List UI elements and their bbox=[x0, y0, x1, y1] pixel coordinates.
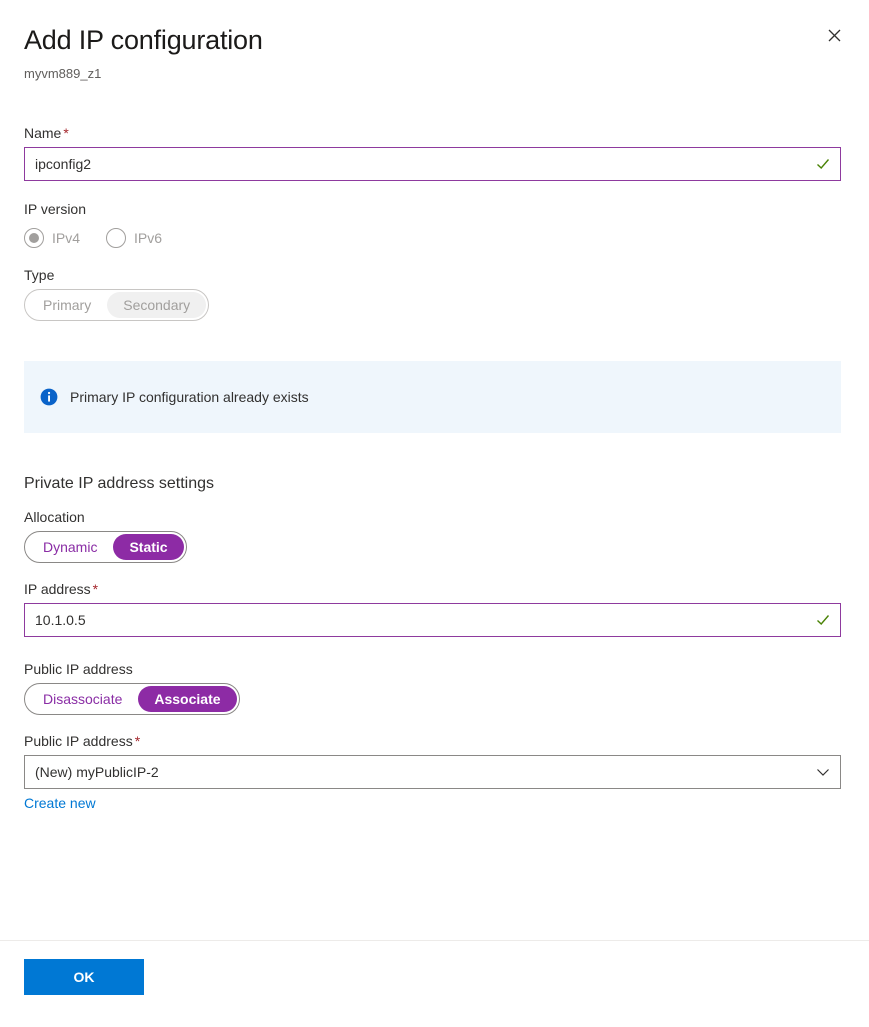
radio-label-ipv6: IPv6 bbox=[134, 228, 162, 248]
ip-address-field-group: IP address* bbox=[24, 579, 845, 637]
ip-address-input[interactable] bbox=[25, 604, 840, 636]
name-input[interactable] bbox=[25, 148, 840, 180]
radio-unselected-icon bbox=[106, 228, 126, 248]
radio-label-ipv4: IPv4 bbox=[52, 228, 80, 248]
ok-button[interactable]: OK bbox=[24, 959, 144, 995]
page-title: Add IP configuration bbox=[24, 16, 845, 58]
allocation-option-dynamic[interactable]: Dynamic bbox=[27, 534, 113, 560]
type-label: Type bbox=[24, 265, 845, 285]
info-banner: Primary IP configuration already exists bbox=[24, 361, 841, 433]
public-ip-select-label: Public IP address* bbox=[24, 731, 845, 751]
radio-option-ipv6: IPv6 bbox=[106, 228, 162, 248]
name-field-group: Name* bbox=[24, 123, 845, 181]
chevron-down-icon bbox=[816, 765, 830, 779]
public-ip-toggle-group: Public IP address Disassociate Associate bbox=[24, 659, 845, 715]
type-option-primary: Primary bbox=[27, 292, 107, 318]
radio-selected-icon bbox=[24, 228, 44, 248]
ip-version-radio-group: IPv4 IPv6 bbox=[24, 223, 845, 253]
name-required-marker: * bbox=[63, 125, 68, 141]
public-ip-select-label-text: Public IP address bbox=[24, 733, 133, 749]
public-ip-select-value: (New) myPublicIP-2 bbox=[35, 764, 159, 780]
public-ip-select[interactable]: (New) myPublicIP-2 bbox=[24, 755, 841, 789]
info-banner-text: Primary IP configuration already exists bbox=[70, 387, 309, 407]
allocation-group: Allocation Dynamic Static bbox=[24, 507, 845, 563]
ip-address-label-text: IP address bbox=[24, 581, 91, 597]
name-label-text: Name bbox=[24, 125, 61, 141]
radio-option-ipv4: IPv4 bbox=[24, 228, 80, 248]
ip-address-label: IP address* bbox=[24, 579, 845, 599]
valid-check-icon bbox=[816, 613, 830, 627]
public-ip-option-associate[interactable]: Associate bbox=[138, 686, 236, 712]
close-icon bbox=[828, 29, 841, 42]
blade-footer: OK bbox=[0, 940, 869, 1027]
allocation-toggle[interactable]: Dynamic Static bbox=[24, 531, 187, 563]
type-group: Type Primary Secondary bbox=[24, 265, 845, 321]
type-option-secondary: Secondary bbox=[107, 292, 206, 318]
blade-header: Add IP configuration myvm889_z1 bbox=[0, 0, 869, 83]
ip-address-input-wrapper[interactable] bbox=[24, 603, 841, 637]
close-button[interactable] bbox=[818, 19, 850, 51]
public-ip-option-disassociate[interactable]: Disassociate bbox=[27, 686, 138, 712]
blade-content: Name* IP version IPv4 IPv6 bbox=[0, 83, 869, 940]
public-ip-toggle-label: Public IP address bbox=[24, 659, 845, 679]
public-ip-select-required-marker: * bbox=[135, 733, 140, 749]
allocation-label: Allocation bbox=[24, 507, 845, 527]
name-label: Name* bbox=[24, 123, 845, 143]
create-new-link[interactable]: Create new bbox=[24, 793, 96, 813]
public-ip-toggle[interactable]: Disassociate Associate bbox=[24, 683, 240, 715]
info-icon bbox=[40, 388, 58, 406]
add-ip-configuration-blade: Add IP configuration myvm889_z1 Name* IP… bbox=[0, 0, 869, 1027]
ip-version-label: IP version bbox=[24, 199, 845, 219]
allocation-option-static[interactable]: Static bbox=[113, 534, 183, 560]
ip-version-group: IP version IPv4 IPv6 bbox=[24, 199, 845, 253]
public-ip-select-group: Public IP address* (New) myPublicIP-2 Cr… bbox=[24, 731, 845, 813]
private-ip-section-title: Private IP address settings bbox=[24, 473, 845, 495]
type-toggle: Primary Secondary bbox=[24, 289, 209, 321]
private-ip-section: Private IP address settings Allocation D… bbox=[24, 473, 845, 637]
valid-check-icon bbox=[816, 157, 830, 171]
name-input-wrapper[interactable] bbox=[24, 147, 841, 181]
ip-address-required-marker: * bbox=[93, 581, 98, 597]
page-subtitle: myvm889_z1 bbox=[24, 65, 845, 83]
